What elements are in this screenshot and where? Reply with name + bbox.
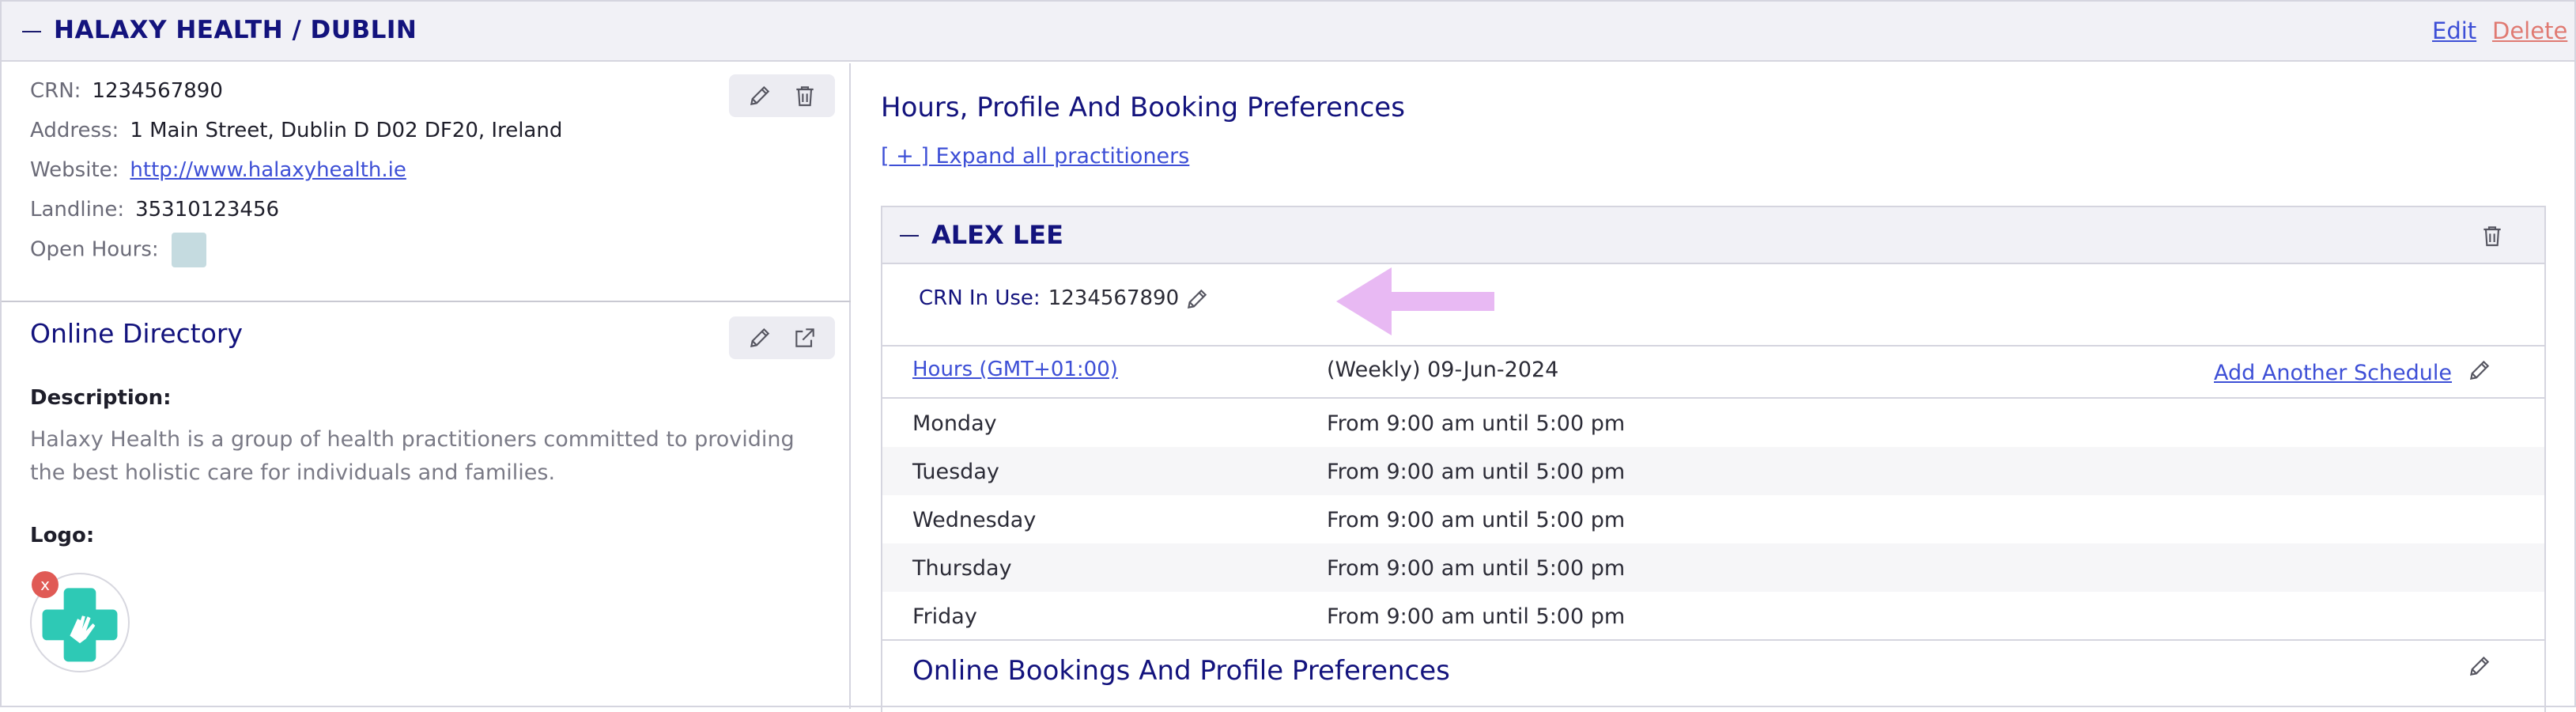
schedule-label: (Weekly) 09-Jun-2024 — [1327, 358, 1559, 382]
section-divider — [2, 301, 851, 302]
directory-actions — [729, 316, 835, 359]
address-label: Address: — [30, 119, 119, 142]
practitioner-header: ALEX LEE — [882, 207, 2544, 264]
schedule-row: Wednesday From 9:00 am until 5:00 pm — [882, 495, 2544, 543]
day-name: Tuesday — [912, 460, 999, 484]
address-row: Address: 1 Main Street, Dublin D D02 DF20… — [30, 119, 562, 142]
divider — [882, 345, 2544, 347]
trash-icon[interactable] — [789, 80, 821, 112]
day-hours: From 9:00 am until 5:00 pm — [1327, 604, 1626, 629]
website-row: Website: http://www.halaxyhealth.ie — [30, 158, 406, 182]
website-label: Website: — [30, 158, 119, 182]
practitioner-name: ALEX LEE — [931, 220, 1063, 250]
arrow-left-icon — [1336, 267, 1494, 335]
add-schedule-link[interactable]: Add Another Schedule — [2214, 361, 2452, 385]
crn-label: CRN: — [30, 79, 81, 103]
directory-title: Online Directory — [30, 318, 244, 349]
day-name: Monday — [912, 411, 997, 436]
logo-label: Logo: — [30, 524, 95, 547]
details-actions — [729, 74, 835, 117]
open-hours-row: Open Hours: — [30, 233, 206, 267]
organisation-details: CRN: 1234567890 Address: 1 Main Street, Du… — [2, 63, 851, 709]
remove-logo-button[interactable]: x — [32, 571, 59, 598]
day-name: Wednesday — [912, 508, 1037, 532]
day-hours: From 9:00 am until 5:00 pm — [1327, 508, 1626, 532]
description-label: Description: — [30, 386, 172, 410]
schedule-row: Monday From 9:00 am until 5:00 pm — [882, 399, 2544, 447]
day-hours: From 9:00 am until 5:00 pm — [1327, 556, 1626, 581]
schedule-row: Friday From 9:00 am until 5:00 pm — [882, 592, 2544, 640]
panel-header: HALAXY HEALTH / DUBLIN Edit Delete — [2, 2, 2574, 62]
crn-value: 1234567890 — [92, 79, 223, 103]
pencil-icon[interactable] — [2464, 354, 2495, 386]
day-name: Friday — [912, 604, 977, 629]
hours-timezone-link[interactable]: Hours (GMT+01:00) — [912, 358, 1118, 381]
pencil-icon[interactable] — [2464, 650, 2495, 682]
practitioner-card: ALEX LEE CRN In Use: 1234567890 Hours (GM… — [881, 206, 2546, 712]
landline-row: Landline: 35310123456 — [30, 198, 279, 222]
pencil-icon[interactable] — [744, 80, 776, 112]
pencil-icon[interactable] — [1181, 283, 1213, 315]
day-hours: From 9:00 am until 5:00 pm — [1327, 411, 1626, 436]
external-link-icon[interactable] — [789, 322, 821, 354]
description-text: Halaxy Health is a group of health pract… — [30, 427, 795, 485]
trash-icon[interactable] — [2476, 220, 2508, 252]
divider — [882, 639, 2544, 641]
landline-value: 35310123456 — [135, 198, 280, 222]
website-link[interactable]: http://www.halaxyhealth.ie — [130, 158, 406, 182]
bookings-preferences-title: Online Bookings And Profile Preferences — [912, 655, 1450, 687]
crn-in-use-value: 1234567890 — [1048, 286, 1180, 310]
crn-in-use-label: CRN In Use: — [919, 286, 1041, 310]
edit-link[interactable]: Edit — [2432, 17, 2476, 44]
pencil-icon[interactable] — [744, 322, 776, 354]
practice-logo: x — [30, 571, 130, 672]
open-hours-swatch[interactable] — [171, 233, 206, 267]
day-name: Thursday — [912, 556, 1012, 581]
crn-row: CRN: 1234567890 — [30, 79, 223, 103]
collapse-icon[interactable] — [900, 235, 919, 237]
schedule-row: Tuesday From 9:00 am until 5:00 pm — [882, 447, 2544, 495]
panel-title: HALAXY HEALTH / DUBLIN — [54, 16, 417, 44]
day-hours: From 9:00 am until 5:00 pm — [1327, 460, 1626, 484]
collapse-icon[interactable] — [22, 31, 41, 32]
open-hours-label: Open Hours: — [30, 237, 159, 262]
delete-link[interactable]: Delete — [2492, 17, 2567, 44]
expand-all-link[interactable]: [ + ] Expand all practitioners — [881, 144, 1189, 169]
schedule-row: Thursday From 9:00 am until 5:00 pm — [882, 543, 2544, 592]
preferences-title: Hours, Profile And Booking Preferences — [881, 92, 1405, 123]
address-value: 1 Main Street, Dublin D D02 DF20, Irelan… — [130, 119, 563, 142]
landline-label: Landline: — [30, 198, 125, 222]
crn-in-use-row: CRN In Use: 1234567890 — [919, 286, 1179, 310]
organisation-panel: HALAXY HEALTH / DUBLIN Edit Delete CRN: 1… — [0, 0, 2576, 712]
